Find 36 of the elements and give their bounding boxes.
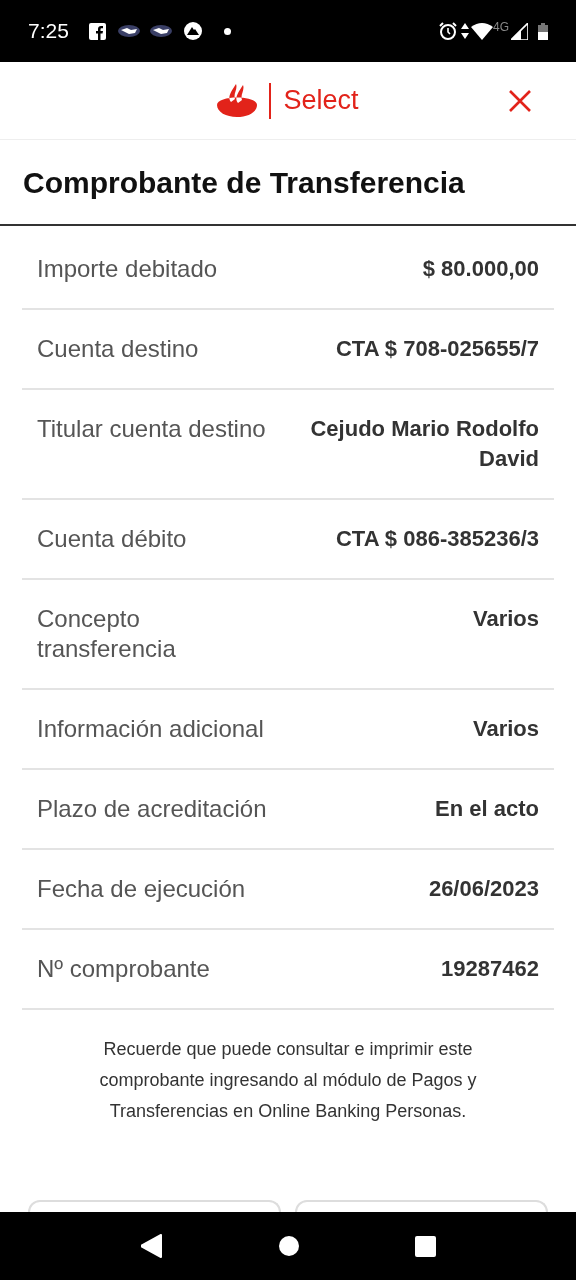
field-label: Titular cuenta destino (37, 414, 266, 444)
field-value: Cejudo Mario Rodolfo David (309, 415, 539, 473)
field-value: Varios (472, 715, 539, 743)
field-label: Información adicional (37, 714, 264, 744)
field-label: Cuenta destino (37, 334, 199, 364)
notification-dot-icon (223, 27, 231, 35)
field-value: $ 80.000,00 (422, 255, 539, 283)
facebook-icon (88, 22, 106, 40)
signal-icon (511, 22, 528, 40)
field-value: 19287462 (441, 955, 539, 983)
network-type: 4G (493, 19, 509, 36)
field-label: Importe debitado (37, 254, 218, 284)
field-label: Fecha de ejecución (37, 874, 246, 904)
field-value: Varios (472, 605, 539, 633)
back-icon[interactable] (140, 1234, 163, 1258)
battery-icon (538, 22, 548, 40)
field-value: CTA $ 708-025655/7 (335, 335, 539, 363)
page-title: Comprobante de Transferencia (23, 164, 465, 201)
field-label: Concepto transferencia (37, 604, 177, 664)
field-value: CTA $ 086-385236/3 (335, 525, 539, 553)
field-label: Plazo de acreditación (37, 794, 267, 824)
data-arrows-icon (461, 23, 469, 39)
flame-logo-icon (217, 83, 258, 118)
close-button[interactable] (508, 89, 532, 113)
brand-name: Select (283, 84, 359, 118)
field-label: Nº comprobante (37, 954, 210, 984)
status-time: 7:25 (28, 18, 69, 45)
recents-icon[interactable] (414, 1235, 436, 1257)
field-label: Cuenta débito (37, 524, 187, 554)
field-value: 26/06/2023 (428, 875, 539, 903)
field-value: En el acto (435, 795, 539, 823)
wifi-icon (471, 22, 493, 40)
info-note: Recuerde que puede consultar e imprimir este comprobante ingresando al módulo de Pagos y Transferencias en Online Banking Personas. (98, 1038, 478, 1123)
home-icon[interactable] (278, 1236, 299, 1256)
mountain-icon (183, 22, 202, 40)
alarm-icon (439, 22, 457, 40)
